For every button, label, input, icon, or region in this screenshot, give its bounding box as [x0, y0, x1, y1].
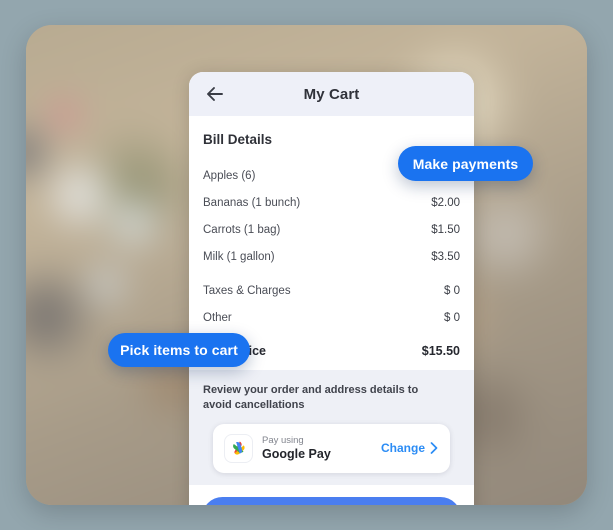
table-row: Milk (1 gallon) $3.50 [203, 243, 460, 270]
item-value: $2.00 [431, 196, 460, 209]
table-row: Taxes & Charges $ 0 [203, 277, 460, 304]
item-label: Milk (1 gallon) [203, 250, 275, 263]
item-value: $3.50 [431, 250, 460, 263]
item-label: Carrots (1 bag) [203, 223, 281, 236]
table-row: Other $ 0 [203, 304, 460, 331]
callout-make-payments[interactable]: Make payments [398, 146, 533, 181]
total-value: $15.50 [421, 344, 460, 358]
payment-method-name: Google Pay [262, 447, 331, 462]
chevron-right-icon [430, 442, 438, 455]
review-notice-text: Review your order and address details to… [203, 384, 419, 411]
item-label: Apples (6) [203, 169, 256, 182]
table-row: Carrots (1 bag) $1.50 [203, 216, 460, 243]
charge-label: Taxes & Charges [203, 284, 291, 297]
table-row: Bananas (1 bunch) $2.00 [203, 189, 460, 216]
callout-pick-items-to-cart[interactable]: Pick items to cart [108, 333, 250, 367]
pay-button[interactable]: PAY $15.50 [202, 497, 461, 505]
pay-using-label: Pay using [262, 434, 304, 446]
payment-method-card[interactable]: Pay using Google Pay Change [213, 423, 450, 474]
app-bar: My Cart [189, 72, 474, 116]
item-label: Bananas (1 bunch) [203, 196, 301, 209]
cart-screen: My Cart Bill Details Apples (6) Bananas … [189, 72, 474, 505]
pay-button-container: PAY $15.50 [189, 485, 474, 505]
google-pay-logo-icon [225, 434, 252, 462]
item-value: $1.50 [431, 223, 460, 236]
page-backdrop: My Cart Bill Details Apples (6) Bananas … [0, 0, 613, 530]
background-photo-card: My Cart Bill Details Apples (6) Bananas … [26, 25, 587, 505]
charge-label: Other [203, 311, 232, 324]
gpay-swirl-icon [233, 441, 245, 455]
charge-value: $ 0 [444, 284, 460, 297]
page-title: My Cart [303, 85, 360, 103]
arrow-left-icon [207, 87, 223, 101]
review-notice-band: Review your order and address details to… [189, 370, 474, 486]
back-button[interactable] [200, 79, 230, 109]
bill-line-items: Apples (6) Bananas (1 bunch) $2.00 Carro… [189, 158, 474, 333]
change-payment-method-link[interactable]: Change [381, 441, 438, 455]
payment-method-meta: Pay using Google Pay [262, 435, 371, 462]
change-label: Change [380, 441, 425, 456]
charge-value: $ 0 [444, 311, 460, 324]
